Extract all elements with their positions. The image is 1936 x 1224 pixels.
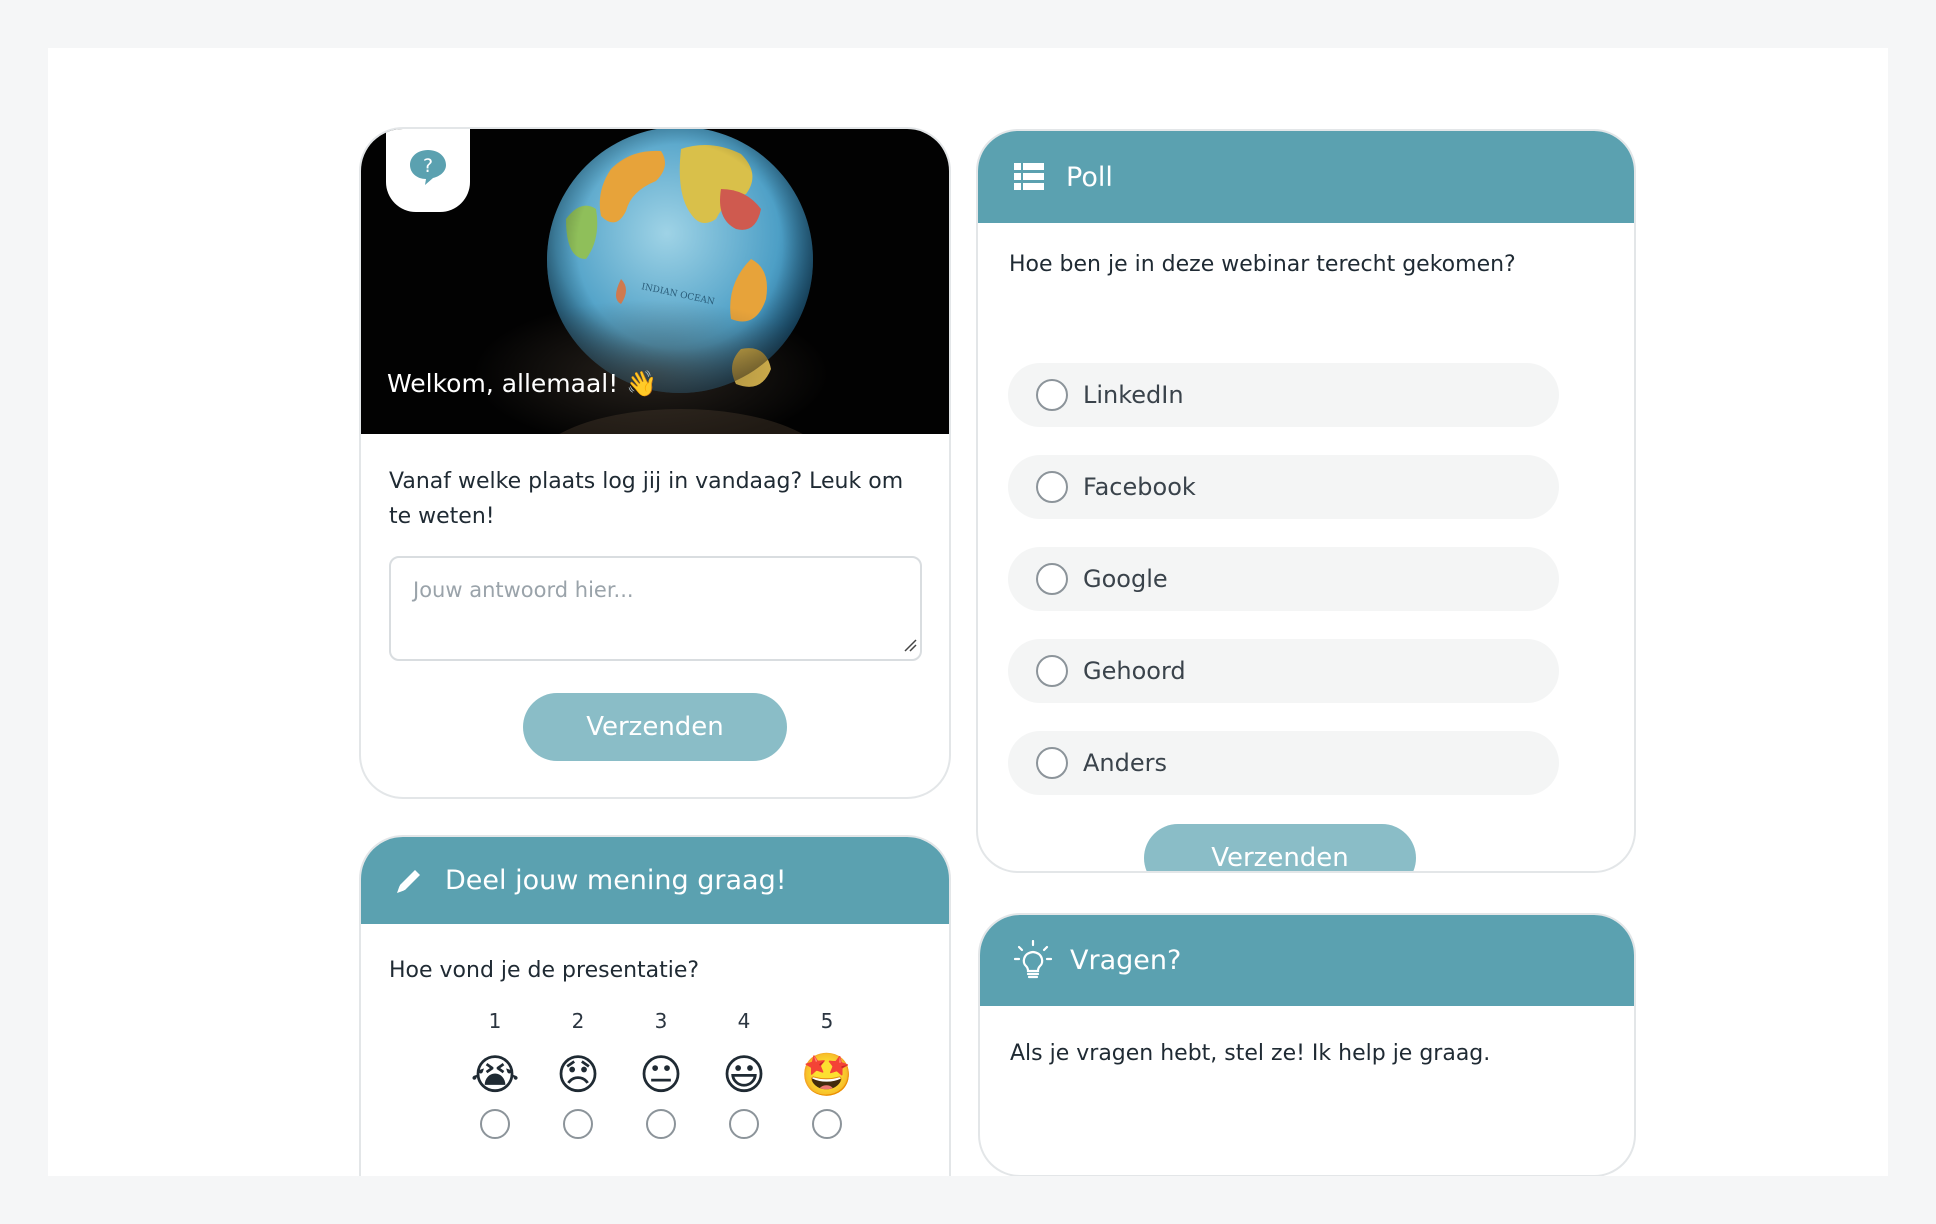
disappointed-face-icon: 😞 xyxy=(556,1050,600,1099)
welcome-title: Welkom, allemaal! 👋 xyxy=(387,369,658,398)
poll-option-label: Google xyxy=(1083,565,1168,593)
questions-card-title: Vragen? xyxy=(1070,945,1182,976)
opinion-card-header: Deel jouw mening graag! xyxy=(361,837,949,924)
poll-submit-button[interactable]: Verzenden xyxy=(1144,824,1416,871)
poll-option-label: Facebook xyxy=(1083,473,1196,501)
rating-option-5[interactable]: 5 🤩 xyxy=(797,1009,857,1139)
rating-option-1[interactable]: 1 😭 xyxy=(465,1009,525,1139)
poll-card: Poll Hoe ben je in deze webinar terecht … xyxy=(976,129,1636,873)
poll-option-gehoord[interactable]: Gehoord xyxy=(1008,639,1559,703)
poll-option-label: LinkedIn xyxy=(1083,381,1184,409)
questions-text: Als je vragen hebt, stel ze! Ik help je … xyxy=(1010,1041,1491,1066)
neutral-face-icon: 😐 xyxy=(639,1050,683,1099)
pencil-icon xyxy=(393,865,425,897)
star-struck-face-icon: 🤩 xyxy=(800,1050,854,1099)
question-bubble-icon: ? xyxy=(408,148,448,190)
welcome-question: Vanaf welke plaats log jij in vandaag? L… xyxy=(389,469,904,529)
questions-card: Vragen? Als je vragen hebt, stel ze! Ik … xyxy=(978,913,1636,1176)
rating-number: 4 xyxy=(737,1009,751,1033)
poll-question: Hoe ben je in deze webinar terecht gekom… xyxy=(1009,252,1516,277)
poll-radio[interactable] xyxy=(1036,655,1068,687)
poll-radio[interactable] xyxy=(1036,379,1068,411)
poll-option-label: Anders xyxy=(1083,749,1167,777)
rating-number: 3 xyxy=(654,1009,668,1033)
poll-radio[interactable] xyxy=(1036,471,1068,503)
rating-number: 5 xyxy=(820,1009,834,1033)
rating-radio[interactable] xyxy=(729,1109,759,1139)
rating-radio[interactable] xyxy=(646,1109,676,1139)
poll-radio[interactable] xyxy=(1036,563,1068,595)
poll-option-linkedin[interactable]: LinkedIn xyxy=(1008,363,1559,427)
lightbulb-icon xyxy=(1014,939,1052,982)
resize-handle-icon[interactable] xyxy=(903,637,917,656)
poll-option-anders[interactable]: Anders xyxy=(1008,731,1559,795)
welcome-submit-button[interactable]: Verzenden xyxy=(523,693,787,761)
poll-card-title: Poll xyxy=(1066,161,1113,193)
poll-card-header: Poll xyxy=(978,131,1634,223)
rating-radio[interactable] xyxy=(480,1109,510,1139)
answer-textarea[interactable]: Jouw antwoord hier... xyxy=(389,556,922,661)
hero-shadow xyxy=(471,299,831,434)
rating-number: 2 xyxy=(571,1009,585,1033)
list-icon xyxy=(1014,163,1044,191)
rating-option-4[interactable]: 4 😃 xyxy=(714,1009,774,1139)
smiling-face-icon: 😃 xyxy=(722,1050,766,1099)
questions-card-header: Vragen? xyxy=(980,915,1634,1006)
crying-face-icon: 😭 xyxy=(470,1050,520,1099)
hero-image: INDIAN OCEAN ? Welkom, allemaal! 👋 xyxy=(361,129,949,434)
rating-radio[interactable] xyxy=(563,1109,593,1139)
opinion-question: Hoe vond je de presentatie? xyxy=(389,958,700,983)
poll-radio[interactable] xyxy=(1036,747,1068,779)
rating-radio[interactable] xyxy=(812,1109,842,1139)
poll-option-label: Gehoord xyxy=(1083,657,1186,685)
opinion-card-title: Deel jouw mening graag! xyxy=(445,865,787,896)
svg-text:?: ? xyxy=(423,155,433,177)
rating-number: 1 xyxy=(488,1009,502,1033)
poll-option-google[interactable]: Google xyxy=(1008,547,1559,611)
rating-option-2[interactable]: 2 😞 xyxy=(548,1009,608,1139)
poll-option-facebook[interactable]: Facebook xyxy=(1008,455,1559,519)
question-badge: ? xyxy=(386,129,470,212)
opinion-card: Deel jouw mening graag! Hoe vond je de p… xyxy=(359,835,951,1176)
answer-placeholder: Jouw antwoord hier... xyxy=(413,578,634,602)
main-panel: INDIAN OCEAN ? Welkom, allemaal! 👋 Vanaf… xyxy=(48,48,1888,1176)
welcome-question-card: INDIAN OCEAN ? Welkom, allemaal! 👋 Vanaf… xyxy=(359,127,951,799)
rating-option-3[interactable]: 3 😐 xyxy=(631,1009,691,1139)
